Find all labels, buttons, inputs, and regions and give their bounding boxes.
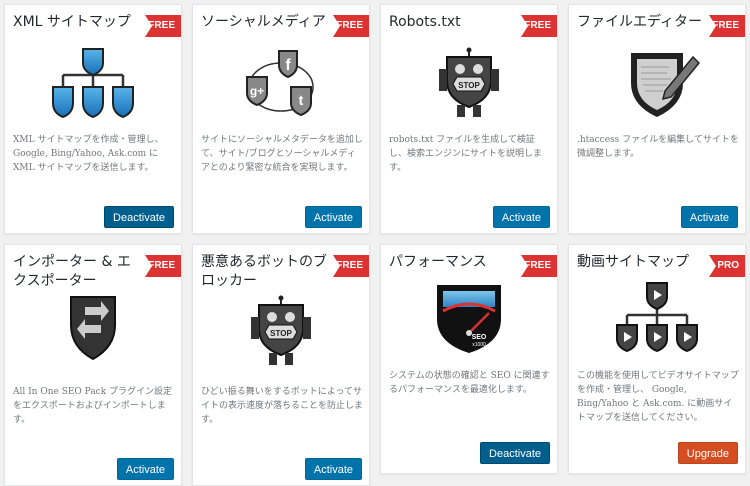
free-badge: FREE bbox=[145, 15, 181, 37]
upgrade-button[interactable]: Upgrade bbox=[677, 442, 738, 464]
card-title: パフォーマンス bbox=[389, 254, 487, 270]
activate-button[interactable]: Activate bbox=[304, 206, 362, 228]
card-description: .htaccess ファイルを編集してサイトを微調整します。 bbox=[577, 135, 739, 159]
gauge-label: SEO bbox=[472, 334, 487, 341]
free-badge: FREE bbox=[521, 255, 557, 277]
feature-card-social-media: ソーシャルメディア FREE f g+ t サイトにソーシャルメタデータを追加し… bbox=[192, 4, 370, 234]
card-description: サイトにソーシャルメタデータを追加して、サイト/ブログとソーシャルメディアとのよ… bbox=[201, 135, 363, 173]
stop-label: STOP bbox=[270, 329, 292, 338]
card-description: XML サイトマップを作成・管理し、Google, Bing/Yahoo, As… bbox=[13, 135, 164, 173]
card-title: XML サイトマップ bbox=[13, 14, 131, 30]
speed-gauge-icon: SEO x1000 bbox=[419, 281, 519, 355]
robot-stop-icon: STOP bbox=[231, 295, 331, 369]
social-shields-icon: f g+ t bbox=[231, 47, 331, 121]
free-badge: FREE bbox=[333, 15, 369, 37]
svg-text:f: f bbox=[285, 57, 291, 74]
card-title: ファイルエディター bbox=[577, 14, 703, 30]
card-description: システムの状態の確認と SEO に関連するパフォーマンスを最適化します。 bbox=[389, 371, 550, 395]
card-title: ソーシャルメディア bbox=[201, 14, 326, 30]
svg-text:t: t bbox=[299, 92, 304, 108]
pencil-shield-icon bbox=[607, 47, 707, 121]
import-export-icon bbox=[43, 291, 143, 365]
card-title: 悪意あるボットのブロッカー bbox=[201, 254, 327, 289]
pro-badge: PRO bbox=[709, 255, 745, 277]
sitemap-shields-icon bbox=[43, 47, 143, 121]
svg-text:g+: g+ bbox=[250, 84, 264, 98]
video-sitemap-icon bbox=[607, 281, 707, 355]
free-badge: FREE bbox=[709, 15, 745, 37]
activate-button[interactable]: Activate bbox=[492, 206, 550, 228]
feature-card-importer-exporter: インポーター & エクスポーター FREE All In One SEO Pac… bbox=[4, 244, 182, 486]
gauge-sub-label: x1000 bbox=[472, 342, 486, 348]
feature-card-performance: パフォーマンス FREE SEO x1000 システムの状態の確認と SEO に… bbox=[380, 244, 558, 474]
card-description: この機能を使用してビデオサイトマップを作成・管理し、 Google, Bing/… bbox=[577, 371, 739, 423]
free-badge: FREE bbox=[521, 15, 557, 37]
robot-stop-icon: STOP bbox=[419, 47, 519, 121]
feature-card-file-editor: ファイルエディター FREE .htaccess ファイルを編集してサイトを微調… bbox=[568, 4, 746, 234]
activate-button[interactable]: Activate bbox=[680, 206, 738, 228]
feature-card-xml-sitemap: XML サイトマップ FREE XML サイトマップを作成・管理し、Google… bbox=[4, 4, 182, 234]
feature-card-video-sitemap: 動画サイトマップ PRO この機能を使用してビデオサイトマップを作成・管理し、 … bbox=[568, 244, 746, 474]
card-description: robots.txt ファイルを生成して検証し、検索エンジンにサイトを説明します… bbox=[389, 135, 543, 173]
card-title: Robots.txt bbox=[389, 14, 461, 30]
card-description: All In One SEO Pack プラグイン設定をエクスポートおよびインポ… bbox=[13, 387, 173, 425]
deactivate-button[interactable]: Deactivate bbox=[480, 442, 550, 464]
card-title: 動画サイトマップ bbox=[577, 254, 689, 270]
free-badge: FREE bbox=[145, 255, 181, 277]
card-description: ひどい振る舞いをするボットによってサイトの表示速度が落ちることを防止します。 bbox=[201, 387, 364, 425]
feature-card-bad-bot-blocker: 悪意あるボットのブロッカー FREE STOP ひどい振る舞いをするボットによっ… bbox=[192, 244, 370, 486]
card-title: インポーター & エクスポーター bbox=[13, 254, 131, 289]
feature-card-robots-txt: Robots.txt FREE STOP robots.txt ファイルを生成し… bbox=[380, 4, 558, 234]
stop-label: STOP bbox=[458, 81, 480, 90]
deactivate-button[interactable]: Deactivate bbox=[104, 206, 174, 228]
free-badge: FREE bbox=[333, 255, 369, 277]
